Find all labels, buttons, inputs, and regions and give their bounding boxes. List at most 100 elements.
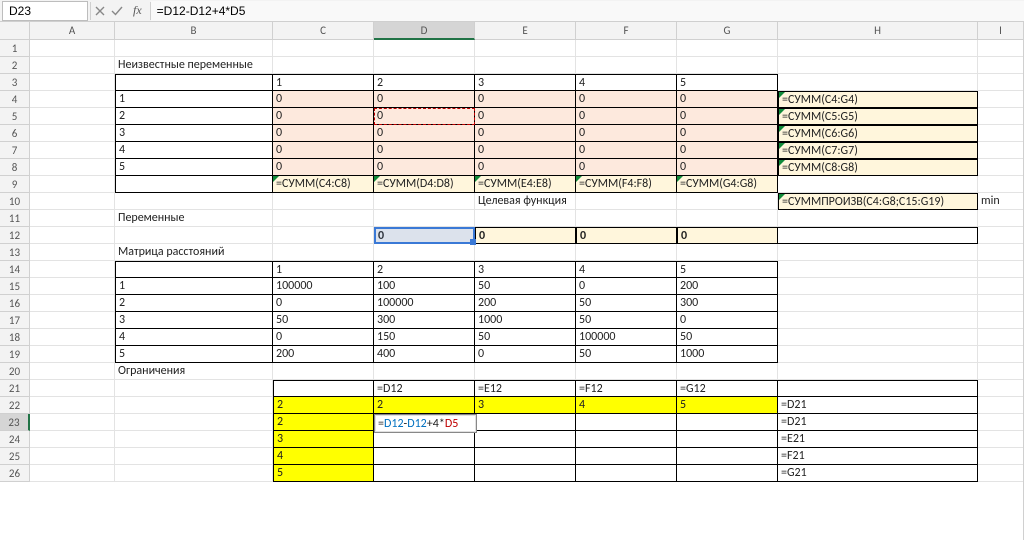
formula-input[interactable] bbox=[151, 1, 1024, 21]
cell-C10[interactable] bbox=[273, 193, 374, 210]
cell-G18[interactable]: 50 bbox=[677, 329, 778, 346]
cell-D3[interactable]: 2 bbox=[374, 74, 475, 91]
cell-G13[interactable] bbox=[677, 244, 778, 261]
cell-B10[interactable] bbox=[115, 193, 273, 210]
cell-I8[interactable] bbox=[978, 159, 1024, 176]
cell-F9[interactable]: =СУММ(F4:F8) bbox=[576, 176, 677, 193]
cell-I9[interactable] bbox=[978, 176, 1024, 193]
cell-H8[interactable]: =СУММ(C8:G8) bbox=[778, 159, 978, 176]
cell-B23[interactable] bbox=[115, 414, 273, 431]
cell-H15[interactable] bbox=[778, 278, 978, 295]
cell-I5[interactable] bbox=[978, 108, 1024, 125]
cell-B22[interactable] bbox=[115, 397, 273, 414]
cell-F12[interactable]: 0 bbox=[576, 227, 677, 244]
cell-E11[interactable] bbox=[475, 210, 576, 227]
cell-D10[interactable] bbox=[374, 193, 475, 210]
cell-H11[interactable] bbox=[778, 210, 978, 227]
cell-D4[interactable]: 0 bbox=[374, 91, 475, 108]
cell-C14[interactable]: 1 bbox=[273, 261, 374, 278]
cell-C2[interactable] bbox=[273, 57, 374, 74]
row-header-11[interactable]: 11 bbox=[0, 210, 30, 227]
row-header-15[interactable]: 15 bbox=[0, 278, 30, 295]
cell-E4[interactable]: 0 bbox=[475, 91, 576, 108]
cell-F8[interactable]: 0 bbox=[576, 159, 677, 176]
cell-C7[interactable]: 0 bbox=[273, 142, 374, 159]
cell-D7[interactable]: 0 bbox=[374, 142, 475, 159]
row-header-5[interactable]: 5 bbox=[0, 108, 30, 125]
col-header-D[interactable]: D bbox=[374, 22, 475, 40]
cell-B20[interactable]: Ограничения bbox=[115, 363, 273, 380]
cell-B15[interactable]: 1 bbox=[115, 278, 273, 295]
cell-C3[interactable]: 1 bbox=[273, 74, 374, 91]
cell-G11[interactable] bbox=[677, 210, 778, 227]
row-header-9[interactable]: 9 bbox=[0, 176, 30, 193]
cell-D12[interactable]: 0 bbox=[374, 227, 475, 244]
cell-B18[interactable]: 4 bbox=[115, 329, 273, 346]
cell-F2[interactable] bbox=[576, 57, 677, 74]
cell-D25[interactable] bbox=[374, 448, 475, 465]
cell-G19[interactable]: 1000 bbox=[677, 346, 778, 363]
cell-C20[interactable] bbox=[273, 363, 374, 380]
cell-E25[interactable] bbox=[475, 448, 576, 465]
cell-G22[interactable]: 5 bbox=[677, 397, 778, 414]
cell-A19[interactable] bbox=[30, 346, 115, 363]
cell-I6[interactable] bbox=[978, 125, 1024, 142]
cell-G26[interactable] bbox=[677, 465, 778, 482]
cell-F15[interactable]: 0 bbox=[576, 278, 677, 295]
row-header-24[interactable]: 24 bbox=[0, 431, 30, 448]
cell-A7[interactable] bbox=[30, 142, 115, 159]
cell-D18[interactable]: 150 bbox=[374, 329, 475, 346]
cell-editor[interactable]: =D12-D12+4*D5 bbox=[374, 414, 477, 433]
cell-A4[interactable] bbox=[30, 91, 115, 108]
cell-C5[interactable]: 0 bbox=[273, 108, 374, 125]
cell-E1[interactable] bbox=[475, 40, 576, 57]
cell-D20[interactable] bbox=[374, 363, 475, 380]
cell-B17[interactable]: 3 bbox=[115, 312, 273, 329]
cell-I24[interactable] bbox=[978, 431, 1024, 448]
cell-H9[interactable] bbox=[778, 176, 978, 193]
cell-D21[interactable]: =D12 bbox=[374, 380, 475, 397]
col-header-G[interactable]: G bbox=[677, 22, 778, 40]
row-header-16[interactable]: 16 bbox=[0, 295, 30, 312]
cell-I11[interactable] bbox=[978, 210, 1024, 227]
cell-B25[interactable] bbox=[115, 448, 273, 465]
cell-B19[interactable]: 5 bbox=[115, 346, 273, 363]
cell-D14[interactable]: 2 bbox=[374, 261, 475, 278]
cell-H19[interactable] bbox=[778, 346, 978, 363]
cell-H13[interactable] bbox=[778, 244, 978, 261]
cell-D15[interactable]: 100 bbox=[374, 278, 475, 295]
row-header-20[interactable]: 20 bbox=[0, 363, 30, 380]
cell-D19[interactable]: 400 bbox=[374, 346, 475, 363]
cell-I16[interactable] bbox=[978, 295, 1024, 312]
cell-F1[interactable] bbox=[576, 40, 677, 57]
cell-A16[interactable] bbox=[30, 295, 115, 312]
cell-F7[interactable]: 0 bbox=[576, 142, 677, 159]
spreadsheet[interactable]: ABCDEFGHI 123456789101112131415161718192… bbox=[0, 22, 1024, 540]
row-header-14[interactable]: 14 bbox=[0, 261, 30, 278]
cell-G6[interactable]: 0 bbox=[677, 125, 778, 142]
cell-A24[interactable] bbox=[30, 431, 115, 448]
cell-I15[interactable] bbox=[978, 278, 1024, 295]
cell-E10[interactable]: Целевая функция bbox=[475, 193, 576, 210]
cell-I22[interactable] bbox=[978, 397, 1024, 414]
cell-B2[interactable]: Неизвестные переменные bbox=[115, 57, 273, 74]
cell-A6[interactable] bbox=[30, 125, 115, 142]
row-header-13[interactable]: 13 bbox=[0, 244, 30, 261]
cell-B24[interactable] bbox=[115, 431, 273, 448]
cell-G5[interactable]: 0 bbox=[677, 108, 778, 125]
cell-D8[interactable]: 0 bbox=[374, 159, 475, 176]
cell-I18[interactable] bbox=[978, 329, 1024, 346]
cell-I3[interactable] bbox=[978, 74, 1024, 91]
cell-H24[interactable]: =E21 bbox=[778, 431, 978, 448]
cell-D26[interactable] bbox=[374, 465, 475, 482]
cell-B8[interactable]: 5 bbox=[115, 159, 273, 176]
cell-A15[interactable] bbox=[30, 278, 115, 295]
cell-F20[interactable] bbox=[576, 363, 677, 380]
cell-E23[interactable] bbox=[475, 414, 576, 431]
cell-I17[interactable] bbox=[978, 312, 1024, 329]
cell-B1[interactable] bbox=[115, 40, 273, 57]
cell-H17[interactable] bbox=[778, 312, 978, 329]
fx-icon[interactable]: fx bbox=[129, 3, 146, 18]
col-header-E[interactable]: E bbox=[475, 22, 576, 40]
cell-F3[interactable]: 4 bbox=[576, 74, 677, 91]
